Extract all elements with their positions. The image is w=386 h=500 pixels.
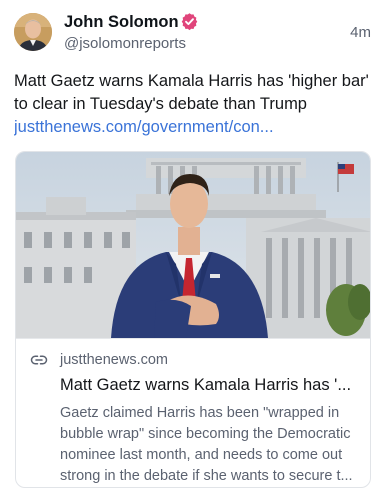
post-link[interactable]: justthenews.com/government/con... [14,116,374,139]
avatar-photo [14,13,52,51]
card-title: Matt Gaetz warns Kamala Harris has '... [60,376,352,394]
card-image[interactable] [16,152,371,338]
post-text: Matt Gaetz warns Kamala Harris has 'high… [14,72,369,113]
card-domain-row: justthenews.com [30,351,168,369]
verified-badge-icon [181,13,198,31]
card-footer[interactable]: justthenews.com Matt Gaetz warns Kamala … [16,338,370,487]
card-domain: justthenews.com [60,352,168,368]
post-timestamp[interactable]: 4m [350,24,371,42]
card-description: Gaetz claimed Harris has been "wrapped i… [60,405,353,484]
link-preview-card[interactable]: justthenews.com Matt Gaetz warns Kamala … [15,151,371,488]
author-handle[interactable]: @jsolomonreports [64,35,186,53]
author-display-name[interactable]: John Solomon [64,12,179,32]
avatar[interactable] [14,13,52,51]
link-icon [30,355,48,365]
